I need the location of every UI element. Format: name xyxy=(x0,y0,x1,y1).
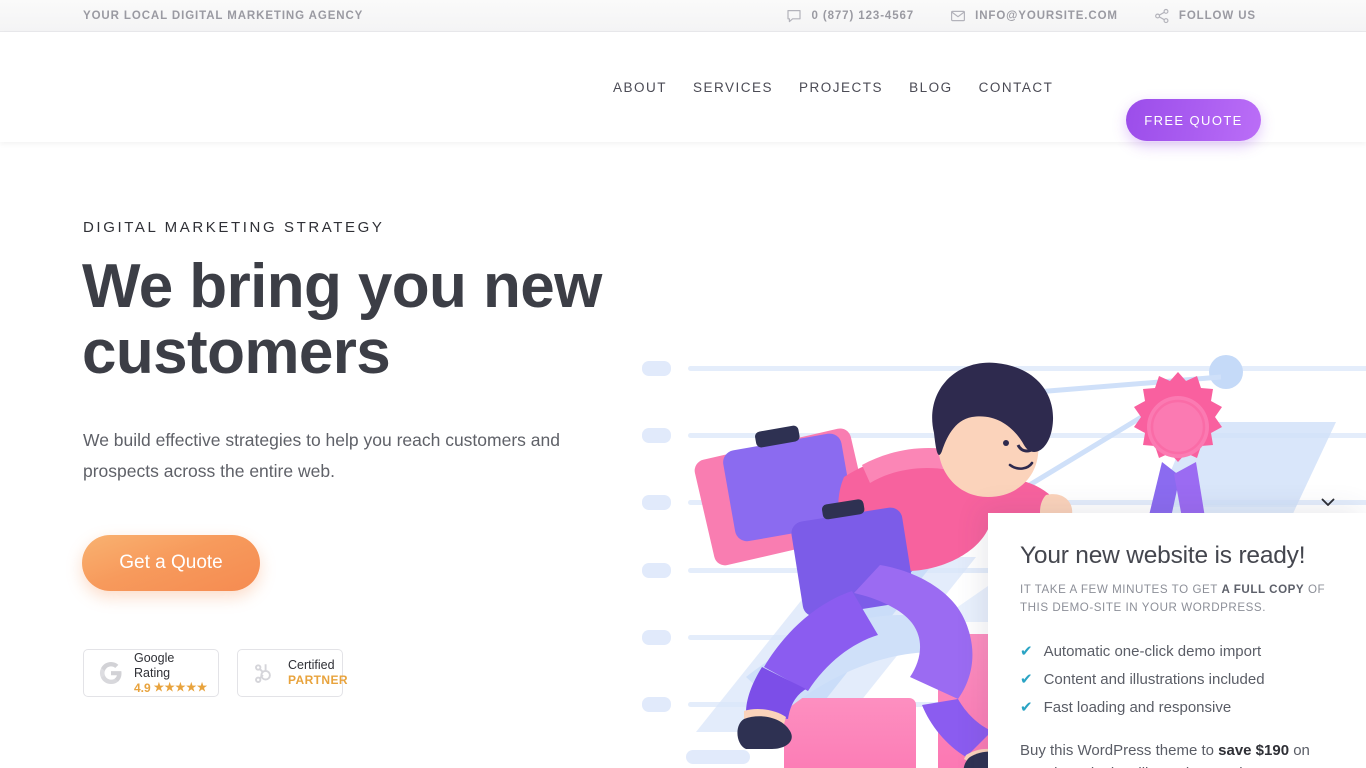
google-badge-title: Google Rating xyxy=(134,650,175,680)
partner-badge-title: Certified xyxy=(288,658,335,672)
check-icon: ✔ xyxy=(1020,643,1033,660)
hubspot-logo-icon xyxy=(252,660,278,686)
main-navigation: About Services Projects Blog Contact xyxy=(600,72,1066,103)
list-item: ✔ Fast loading and responsive xyxy=(1020,694,1336,722)
nav-item-about[interactable]: About xyxy=(600,72,680,103)
list-item: ✔ Content and illustrations included xyxy=(1020,666,1336,694)
free-quote-button[interactable]: Free Quote xyxy=(1126,99,1261,141)
feature-label: Fast loading and responsive xyxy=(1043,699,1232,716)
share-icon xyxy=(1154,8,1170,24)
page-title: We bring you new customers xyxy=(82,252,602,387)
hero-eyebrow: Digital Marketing Strategy xyxy=(83,219,385,236)
tagline: Your local digital marketing agency xyxy=(83,9,364,22)
envelope-icon xyxy=(950,8,966,24)
certified-partner-badge[interactable]: Certified PARTNER xyxy=(237,649,348,697)
promo-kicker-bold: a full copy xyxy=(1221,583,1305,596)
google-badge-text: Google Rating 4.9 ★★★★★ xyxy=(134,651,208,696)
list-item: ✔ Automatic one-click demo import xyxy=(1020,638,1336,666)
promo-body-part1: Buy this WordPress theme to xyxy=(1020,742,1219,759)
site-header: About Services Projects Blog Contact Fre… xyxy=(0,32,1366,142)
phone-link[interactable]: 0 (877) 123-4567 xyxy=(786,8,914,24)
nav-item-projects[interactable]: Projects xyxy=(786,72,896,103)
feature-label: Automatic one-click demo import xyxy=(1043,643,1262,660)
check-icon: ✔ xyxy=(1020,699,1033,716)
google-badge-rating: 4.9 ★★★★★ xyxy=(134,681,208,696)
feature-label: Content and illustrations included xyxy=(1043,671,1265,688)
trust-badges: Google Rating 4.9 ★★★★★ Certified PARTNE… xyxy=(83,649,348,697)
follow-us-label: Follow us xyxy=(1178,9,1256,22)
check-icon: ✔ xyxy=(1020,671,1033,688)
hero-section: Digital Marketing Strategy We bring you … xyxy=(0,142,1366,768)
chat-icon xyxy=(786,8,802,24)
promo-kicker: It take a few minutes to get a full copy… xyxy=(1020,581,1336,617)
topbar-contact-group: 0 (877) 123-4567 info@yoursite.com F xyxy=(786,8,1256,24)
google-rating-badge[interactable]: Google Rating 4.9 ★★★★★ xyxy=(83,649,219,697)
rating-stars: ★★★★★ xyxy=(153,681,208,694)
follow-us-link[interactable]: Follow us xyxy=(1154,8,1256,24)
promo-popup: Your new website is ready! It take a few… xyxy=(988,498,1366,768)
hero-subtitle: We build effective strategies to help yo… xyxy=(83,430,560,481)
chevron-down-icon[interactable] xyxy=(1316,490,1340,514)
nav-item-services[interactable]: Services xyxy=(680,72,786,103)
email-link[interactable]: info@yoursite.com xyxy=(950,8,1118,24)
email-label: info@yoursite.com xyxy=(975,9,1118,22)
partner-badge-text: Certified PARTNER xyxy=(288,658,348,688)
google-logo-icon xyxy=(98,660,124,686)
promo-feature-list: ✔ Automatic one-click demo import ✔ Cont… xyxy=(1020,638,1336,722)
promo-body-bold1: save $190 xyxy=(1218,742,1290,759)
nav-item-blog[interactable]: Blog xyxy=(896,72,966,103)
rating-value: 4.9 xyxy=(134,680,151,695)
promo-title: Your new website is ready! xyxy=(1020,542,1306,569)
partner-badge-subtitle: PARTNER xyxy=(288,673,348,687)
phone-label: 0 (877) 123-4567 xyxy=(811,9,915,22)
promo-body-text: Buy this WordPress theme to save $190 on… xyxy=(1020,740,1320,768)
top-bar: Your local digital marketing agency 0 (8… xyxy=(0,0,1366,32)
nav-item-contact[interactable]: Contact xyxy=(966,72,1067,103)
get-a-quote-button[interactable]: Get a Quote xyxy=(82,535,260,591)
promo-kicker-part1: It take a few minutes to get xyxy=(1020,583,1222,596)
